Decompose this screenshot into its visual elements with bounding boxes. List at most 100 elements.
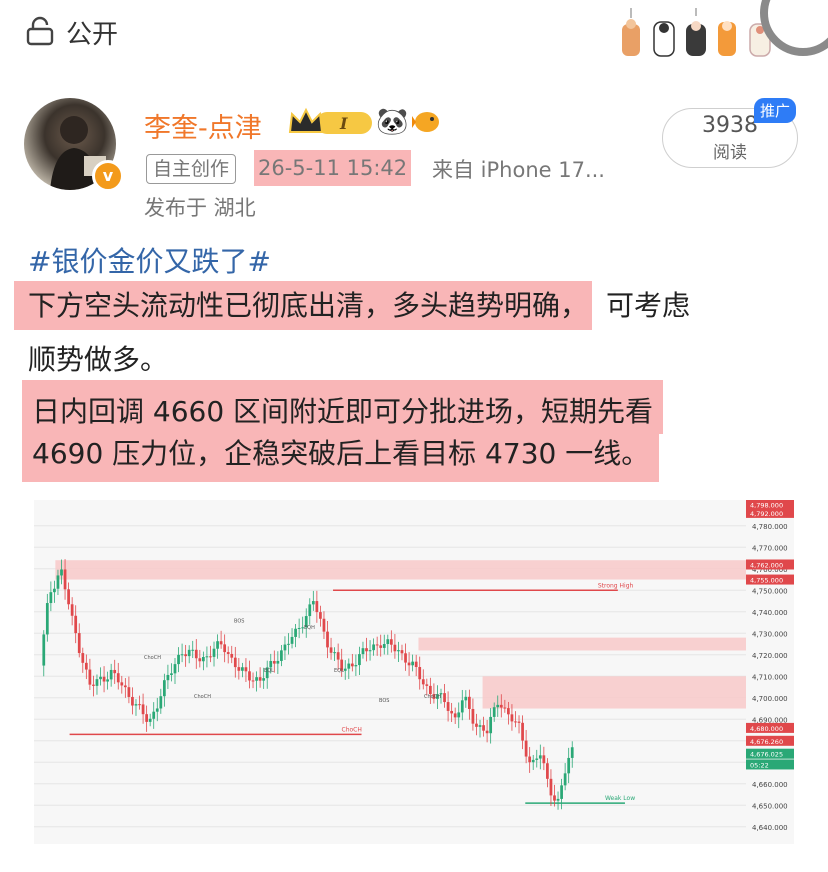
candle-body: [92, 684, 95, 686]
candle-body: [386, 639, 390, 645]
lock-icon[interactable]: [26, 16, 54, 46]
candle-body: [148, 718, 152, 722]
candle-body: [496, 704, 500, 708]
candle-body: [326, 631, 329, 648]
supply-zone: [482, 676, 746, 709]
y-tick-label: 4,740.000: [752, 609, 788, 617]
candle-body: [468, 696, 471, 709]
candle-body: [528, 756, 532, 763]
candle-body: [389, 639, 393, 645]
candle-body: [322, 618, 326, 632]
post-text-line-1: 下方空头流动性已彻底出清，多头趋势明确， 可考虑: [14, 281, 691, 330]
y-tick-label: 4,750.000: [752, 587, 788, 595]
cat-paws-decoration: [622, 8, 771, 57]
hashtag-link[interactable]: #银价金价又跌了#: [28, 240, 271, 280]
candle-body: [134, 704, 138, 706]
candle-body: [372, 644, 375, 651]
candle-body: [109, 669, 113, 680]
candle-body: [478, 725, 482, 727]
y-tick-label: 4,650.000: [752, 802, 788, 810]
candle-body: [400, 650, 404, 654]
candle-body: [443, 693, 446, 703]
candle-body: [425, 684, 429, 686]
candle-body: [60, 569, 63, 576]
annotation-label: BOS: [234, 619, 244, 625]
candle-body: [116, 673, 120, 683]
post-location: 发布于 湖北: [144, 196, 256, 220]
candle-body: [492, 707, 496, 717]
verified-badge-icon: v: [92, 160, 124, 192]
candle-body: [219, 641, 223, 645]
candle-body: [45, 603, 49, 635]
annotation-label: EQL: [334, 668, 344, 674]
candle-body: [113, 669, 117, 674]
candle-body: [226, 652, 230, 654]
post-text: 可考虑: [606, 289, 691, 322]
candle-body: [255, 677, 258, 681]
candle-body: [308, 604, 312, 617]
price-tag-label: 4,762.000: [750, 562, 783, 570]
candle-body: [223, 644, 227, 653]
fish-icon: [412, 112, 439, 132]
price-tag-label: 4,755.000: [750, 577, 783, 585]
candle-body: [209, 656, 212, 658]
candle-body: [84, 662, 88, 670]
candle-body: [155, 708, 159, 712]
candle-body: [393, 644, 397, 652]
candle-body: [507, 708, 510, 715]
highlight-text-line-4: 4690 压力位，企稳突破后上看目标 4730 一线。: [22, 424, 660, 482]
candle-body: [333, 652, 336, 654]
candle-body: [464, 696, 468, 701]
candle-body: [152, 711, 156, 719]
candle-body: [397, 650, 400, 652]
panda-icon: 🐼: [376, 107, 409, 137]
candle-body: [446, 702, 450, 711]
supply-zone: [418, 637, 746, 651]
candle-body: [404, 653, 407, 663]
candle-body: [77, 633, 81, 654]
annotation-label: ChoCH: [194, 694, 211, 700]
candle-body: [272, 661, 276, 664]
level-label: Strong High: [598, 582, 634, 589]
promote-badge[interactable]: 推广: [754, 98, 797, 123]
candle-body: [553, 795, 556, 801]
y-tick-label: 4,720.000: [752, 652, 788, 660]
candle-body: [145, 714, 148, 722]
author-name[interactable]: 李奎-点津: [144, 106, 262, 145]
candle-body: [283, 644, 287, 651]
candle-body: [205, 656, 209, 658]
candle-body: [70, 604, 74, 616]
y-tick-label: 4,640.000: [752, 824, 788, 832]
crown-badge-icon[interactable]: I: [288, 106, 374, 138]
candle-body: [88, 669, 92, 685]
candle-body: [233, 657, 237, 668]
candle-body: [49, 592, 53, 604]
candle-body: [106, 679, 109, 682]
top-bar: 公开: [0, 0, 828, 64]
candle-body: [361, 648, 365, 655]
candle-body: [63, 569, 67, 590]
candle-body: [531, 759, 535, 763]
chart-image[interactable]: Strong High ChoCH Weak Low ChoCH BOS EQL EQH Ch…: [34, 499, 794, 844]
candle-body: [290, 636, 294, 644]
candle-body: [358, 654, 361, 666]
candle-body: [460, 700, 464, 713]
visibility-label[interactable]: 公开: [66, 14, 118, 51]
candle-body: [368, 650, 372, 652]
candle-body: [521, 722, 524, 741]
candle-body: [563, 773, 567, 786]
candle-body: [191, 649, 195, 651]
candle-body: [297, 627, 301, 629]
candle-body: [237, 667, 241, 671]
candle-body: [379, 645, 383, 648]
candle-body: [549, 778, 553, 796]
candle-body: [244, 667, 248, 672]
candle-body: [471, 708, 475, 724]
candle-body: [138, 704, 141, 706]
candle-body: [311, 601, 315, 605]
original-content-tag: 自主创作: [146, 154, 237, 184]
candle-body: [53, 588, 56, 593]
candle-body: [81, 653, 85, 663]
y-tick-label: 4,700.000: [752, 695, 788, 703]
candle-body: [475, 723, 478, 727]
